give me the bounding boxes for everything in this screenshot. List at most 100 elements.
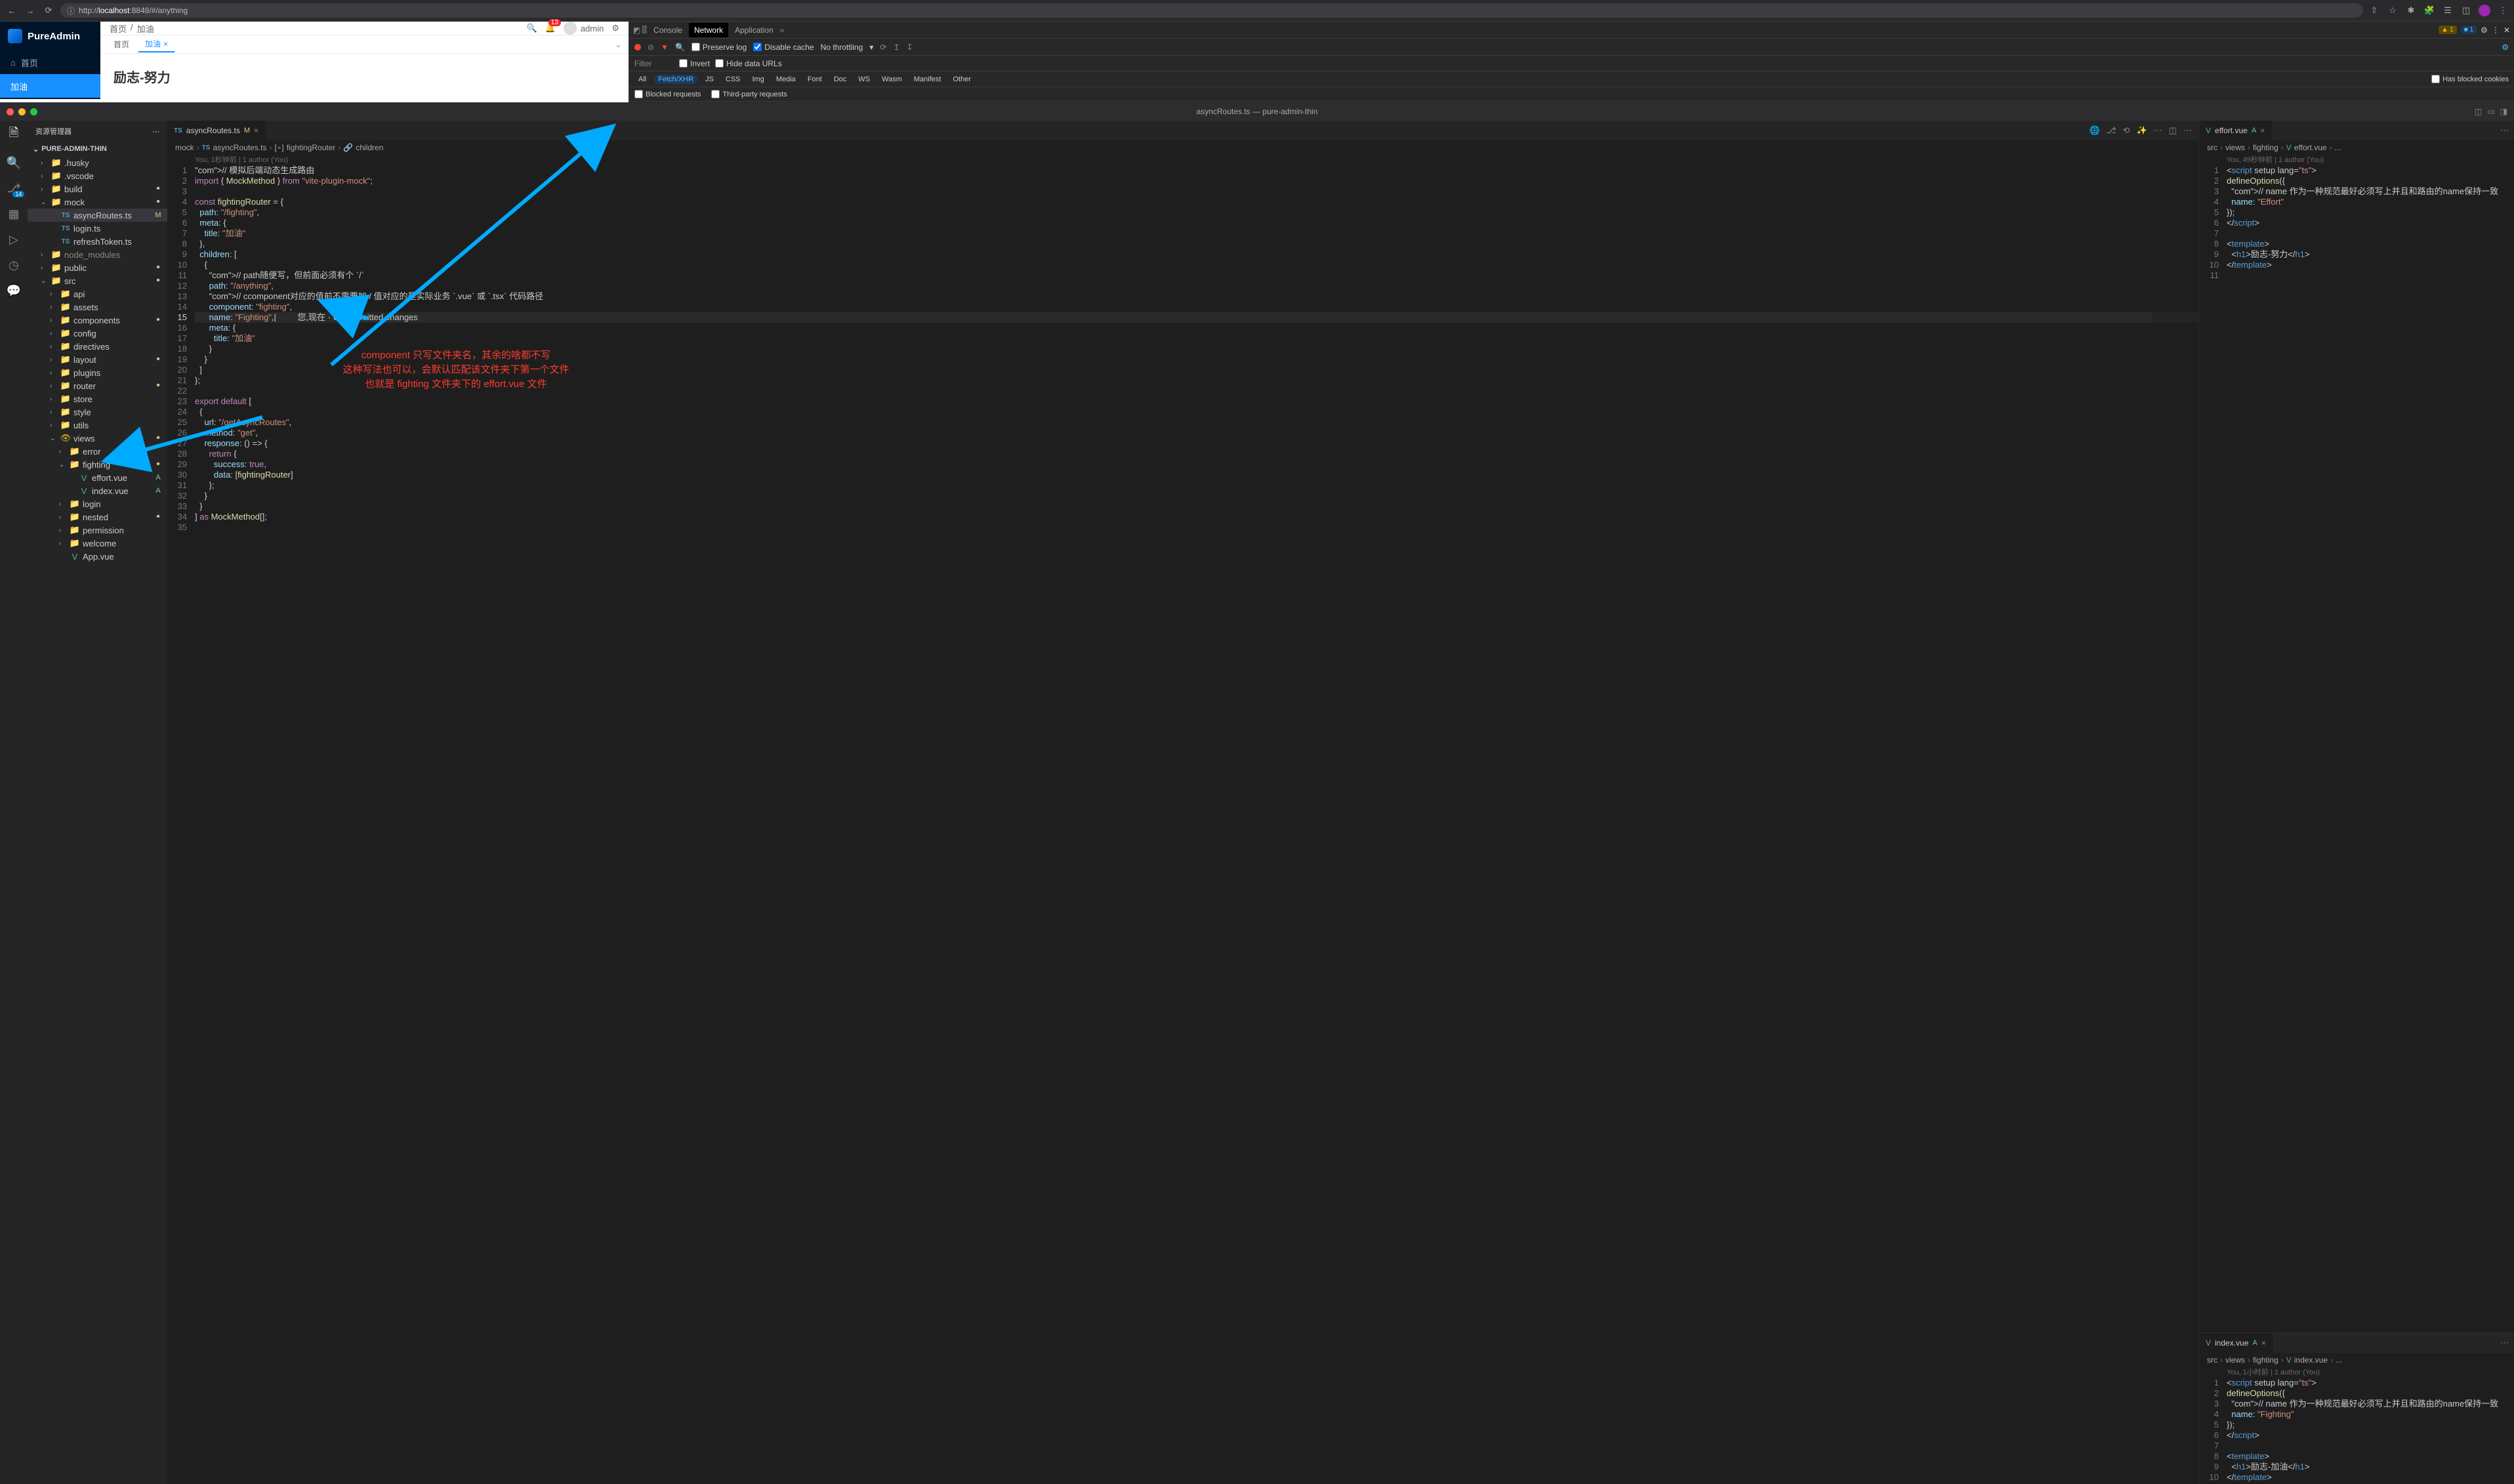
upload-icon[interactable]: ↥ — [893, 43, 899, 52]
hide-data-checkbox[interactable]: Hide data URLs — [715, 59, 782, 68]
chip-css[interactable]: CSS — [722, 75, 745, 84]
tree-item-nested[interactable]: ›📁nested• — [28, 510, 167, 524]
explorer-icon[interactable]: 🗎 — [9, 125, 18, 144]
editor-tab-asyncroutes[interactable]: TS asyncRoutes.ts M × — [167, 121, 266, 140]
throttle-select[interactable]: No throttling — [821, 43, 863, 52]
user-menu[interactable]: admin — [564, 22, 604, 35]
filter-toggle-icon[interactable]: ▼ — [661, 43, 669, 52]
scm-icon[interactable]: ⎇ — [2107, 125, 2116, 136]
tab-application[interactable]: Application — [730, 23, 779, 37]
blocked-requests-checkbox[interactable]: Blocked requests — [634, 90, 701, 98]
menu-icon[interactable]: ⋮ — [2492, 26, 2500, 35]
search-icon[interactable]: 🔍 — [527, 23, 537, 33]
close-icon[interactable]: ✕ — [2504, 26, 2510, 35]
tab-console[interactable]: Console — [648, 23, 688, 37]
tree-item-views[interactable]: ⌄👁views• — [28, 432, 167, 445]
nav-forward-icon[interactable]: → — [24, 6, 37, 16]
gear-icon[interactable]: ⚙ — [2481, 26, 2488, 35]
tree-item-node_modules[interactable]: ›📁node_modules — [28, 248, 167, 261]
invert-checkbox[interactable]: Invert — [679, 59, 710, 68]
breadcrumb-right-top[interactable]: src› views› fighting› Veffort.vue› ... — [2199, 140, 2514, 155]
tab-home[interactable]: 首页 — [107, 37, 136, 52]
more-icon[interactable]: ⋯ — [152, 127, 159, 136]
star-icon[interactable]: ☆ — [2387, 5, 2399, 16]
tree-item-welcome[interactable]: ›📁welcome — [28, 537, 167, 550]
tree-item-.husky[interactable]: ›📁.husky — [28, 156, 167, 169]
breadcrumb-left[interactable]: mock› TSasyncRoutes.ts› [∘]fightingRoute… — [167, 140, 2198, 155]
extensions-icon[interactable]: ✱ — [2405, 5, 2417, 16]
puzzle-icon[interactable]: 🧩 — [2423, 5, 2435, 16]
warnings-badge[interactable]: ▲ 1 — [2439, 26, 2457, 34]
wifi-icon[interactable]: ⟳ — [880, 43, 886, 52]
gear-icon[interactable]: ⚙ — [2502, 43, 2509, 52]
chip-all[interactable]: All — [634, 75, 650, 84]
tree-item-plugins[interactable]: ›📁plugins — [28, 366, 167, 379]
nav-home[interactable]: ⌂ 首页 — [0, 51, 100, 74]
chip-img[interactable]: Img — [749, 75, 768, 84]
bc-home[interactable]: 首页 — [110, 22, 127, 35]
search-icon[interactable]: 🔍 — [675, 43, 685, 52]
tree-item-api[interactable]: ›📁api — [28, 287, 167, 300]
close-icon[interactable]: × — [2260, 126, 2265, 135]
tree-item-style[interactable]: ›📁style — [28, 405, 167, 419]
tree-item-login[interactable]: ›📁login — [28, 497, 167, 510]
tree-item-config[interactable]: ›📁config — [28, 327, 167, 340]
inspect-icon[interactable]: ◩ — [633, 26, 640, 35]
tree-item-components[interactable]: ›📁components• — [28, 314, 167, 327]
chip-js[interactable]: JS — [701, 75, 718, 84]
tree-item-asyncRoutes.ts[interactable]: TSasyncRoutes.tsM — [28, 209, 167, 222]
tab-network[interactable]: Network — [689, 23, 728, 37]
code-editor-right-bottom[interactable]: 12345678910 You, 1小时前 | 1 author (You)<s… — [2199, 1367, 2514, 1484]
tree-item-mock[interactable]: ⌄📁mock• — [28, 196, 167, 209]
layout-icon[interactable]: ▭ — [2487, 107, 2494, 116]
tree-item-src[interactable]: ⌄📁src• — [28, 274, 167, 287]
tree-item-fighting[interactable]: ⌄📁fighting• — [28, 458, 167, 471]
nav-back-icon[interactable]: ← — [5, 6, 18, 16]
profile-avatar[interactable] — [2479, 5, 2490, 16]
tree-item-App.vue[interactable]: VApp.vue — [28, 550, 167, 563]
tree-item-directives[interactable]: ›📁directives — [28, 340, 167, 353]
blocked-cookies-checkbox[interactable]: Has blocked cookies — [2431, 75, 2509, 83]
maximize-window-icon[interactable] — [30, 108, 37, 115]
minimize-window-icon[interactable] — [18, 108, 26, 115]
download-icon[interactable]: ↧ — [907, 43, 913, 52]
chip-ws[interactable]: WS — [854, 75, 874, 84]
effect-icon[interactable]: ✨ — [2137, 125, 2147, 136]
chip-font[interactable]: Font — [804, 75, 826, 84]
disable-cache-checkbox[interactable]: Disable cache — [753, 43, 814, 52]
gear-icon[interactable]: ⚙ — [611, 23, 619, 33]
code-editor-right-top[interactable]: 1234567891011 You, 49秒钟前 | 1 author (You… — [2199, 155, 2514, 1332]
reading-list-icon[interactable]: ☰ — [2442, 5, 2454, 16]
extensions-icon[interactable]: ▦ — [8, 207, 19, 221]
vscode-titlebar[interactable]: asyncRoutes.ts — pure-admin-thin ◫ ▭ ◨ — [0, 102, 2514, 121]
nav-fighting[interactable]: 加油 — [0, 74, 100, 98]
split-icon[interactable]: ◫ — [2169, 125, 2177, 136]
chip-manifest[interactable]: Manifest — [910, 75, 945, 84]
share-icon[interactable]: ⇧ — [2368, 5, 2380, 16]
editor-tab-index[interactable]: V index.vue A × — [2199, 1333, 2273, 1353]
chip-doc[interactable]: Doc — [830, 75, 851, 84]
tabs-dropdown-icon[interactable]: ⌄ — [615, 39, 622, 50]
tree-item-utils[interactable]: ›📁utils — [28, 419, 167, 432]
chat-icon[interactable]: 💬 — [7, 284, 21, 298]
more-tabs-icon[interactable]: » — [780, 26, 785, 35]
tree-item-index.vue[interactable]: Vindex.vueA — [28, 484, 167, 497]
compare-icon[interactable]: ⟲ — [2123, 125, 2130, 136]
tree-item-.vscode[interactable]: ›📁.vscode — [28, 169, 167, 182]
close-icon[interactable]: × — [254, 126, 258, 135]
info-badge[interactable]: ■ 1 — [2461, 26, 2477, 34]
nav-reload-icon[interactable]: ⟳ — [42, 5, 55, 16]
tree-item-assets[interactable]: ›📁assets — [28, 300, 167, 314]
scm-icon[interactable]: ⎇14 — [7, 182, 21, 196]
url-bar[interactable]: ⓘ http://localhost:8848/#/anything — [60, 3, 2363, 18]
debug-icon[interactable]: ▷ — [9, 233, 18, 247]
breadcrumb-right-bottom[interactable]: src› views› fighting› Vindex.vue› ... — [2199, 1353, 2514, 1367]
more-icon[interactable]: ⋯ — [2183, 125, 2192, 136]
record-icon[interactable] — [634, 44, 641, 51]
close-window-icon[interactable] — [7, 108, 14, 115]
third-party-checkbox[interactable]: Third-party requests — [711, 90, 787, 98]
tree-item-build[interactable]: ›📁build• — [28, 182, 167, 196]
code-editor-left[interactable]: 1234567891011121314151617181920212223242… — [167, 155, 2198, 1484]
layout-icon[interactable]: ◨ — [2500, 107, 2507, 116]
project-title[interactable]: ⌄PURE-ADMIN-THIN — [28, 142, 167, 156]
